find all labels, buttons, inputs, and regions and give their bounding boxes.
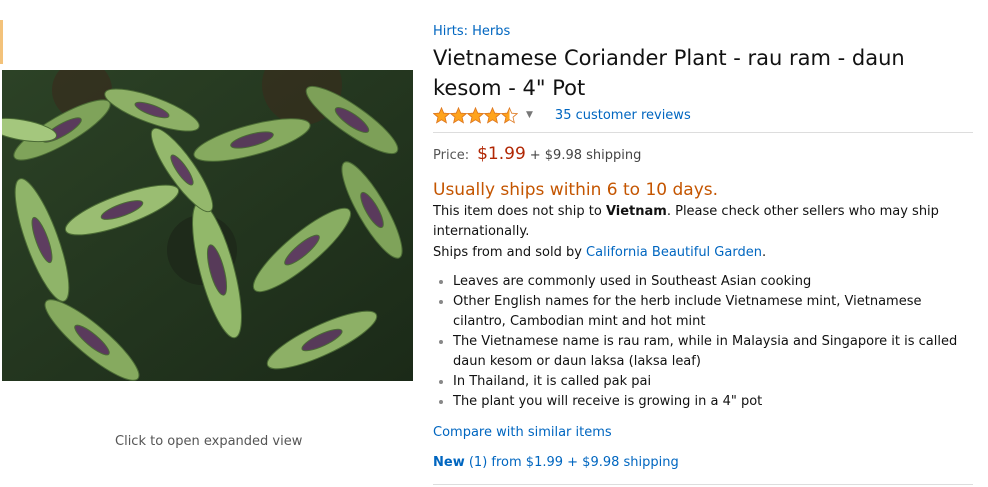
list-item: The Vietnamese name is rau ram, while in… [453,332,978,372]
availability-status: Usually ships within 6 to 10 days. [433,180,719,200]
star-rating[interactable] [433,106,518,124]
shipping-cost: + $9.98 shipping [529,148,642,163]
bullet-text: Leaves are commonly used in Southeast As… [453,274,812,289]
divider [433,132,973,133]
star-icon [484,106,501,123]
product-title: Vietnamese Coriander Plant - rau ram - d… [433,46,905,100]
brand-link[interactable]: Hirts: Herbs [433,23,510,41]
seller-link[interactable]: California Beautiful Garden [586,245,762,260]
divider [433,484,973,485]
price-row: Price: $1.99 + $9.98 shipping [433,144,978,164]
new-offers-link[interactable]: New (1) from $1.99 + $9.98 shipping [433,454,978,472]
price-label: Price: [433,148,470,163]
price-amount: $1.99 [477,144,526,164]
plant-photo [2,70,413,381]
list-item: The plant you will receive is growing in… [453,392,978,412]
expand-view-text: Click to open expanded view [115,434,303,449]
feature-bullets: Leaves are commonly used in Southeast As… [433,272,978,412]
bullet-text: The plant you will receive is growing in… [453,394,763,409]
bullet-text: In Thailand, it is called pak pai [453,374,652,389]
ships-from-suffix: . [761,245,767,260]
ships-from-prefix: Ships from and sold by [433,245,587,260]
product-details: Hirts: Herbs Vietnamese Coriander Plant … [433,20,978,485]
bullet-text: Other English names for the herb include… [453,294,922,329]
offer-from-text[interactable]: from $1.99 + $9.98 shipping [491,455,678,470]
customer-reviews-link[interactable]: 35 customer reviews [555,108,691,123]
thumbnail-edge[interactable] [0,20,3,64]
offer-condition[interactable]: New [433,455,465,470]
shipping-note-prefix: This item does not ship to [433,204,606,219]
list-item: Leaves are commonly used in Southeast As… [453,272,978,292]
list-item: Other English names for the herb include… [453,292,978,332]
product-image[interactable] [2,70,413,381]
star-icon [433,106,450,123]
chevron-down-icon[interactable]: ▼ [526,110,533,120]
shipping-note: This item does not ship to Vietnam. Plea… [433,202,963,242]
star-icon [450,106,467,123]
star-icon [501,106,518,123]
bullet-text: The Vietnamese name is rau ram, while in… [453,334,958,369]
star-icon [467,106,484,123]
list-item: In Thailand, it is called pak pai [453,372,978,392]
offer-count[interactable]: (1) [469,455,487,470]
destination-country: Vietnam [605,204,667,219]
compare-similar-link[interactable]: Compare with similar items [433,424,978,442]
seller-info: Ships from and sold by California Beauti… [433,243,963,263]
rating-row: ▼ 35 customer reviews [433,104,978,126]
